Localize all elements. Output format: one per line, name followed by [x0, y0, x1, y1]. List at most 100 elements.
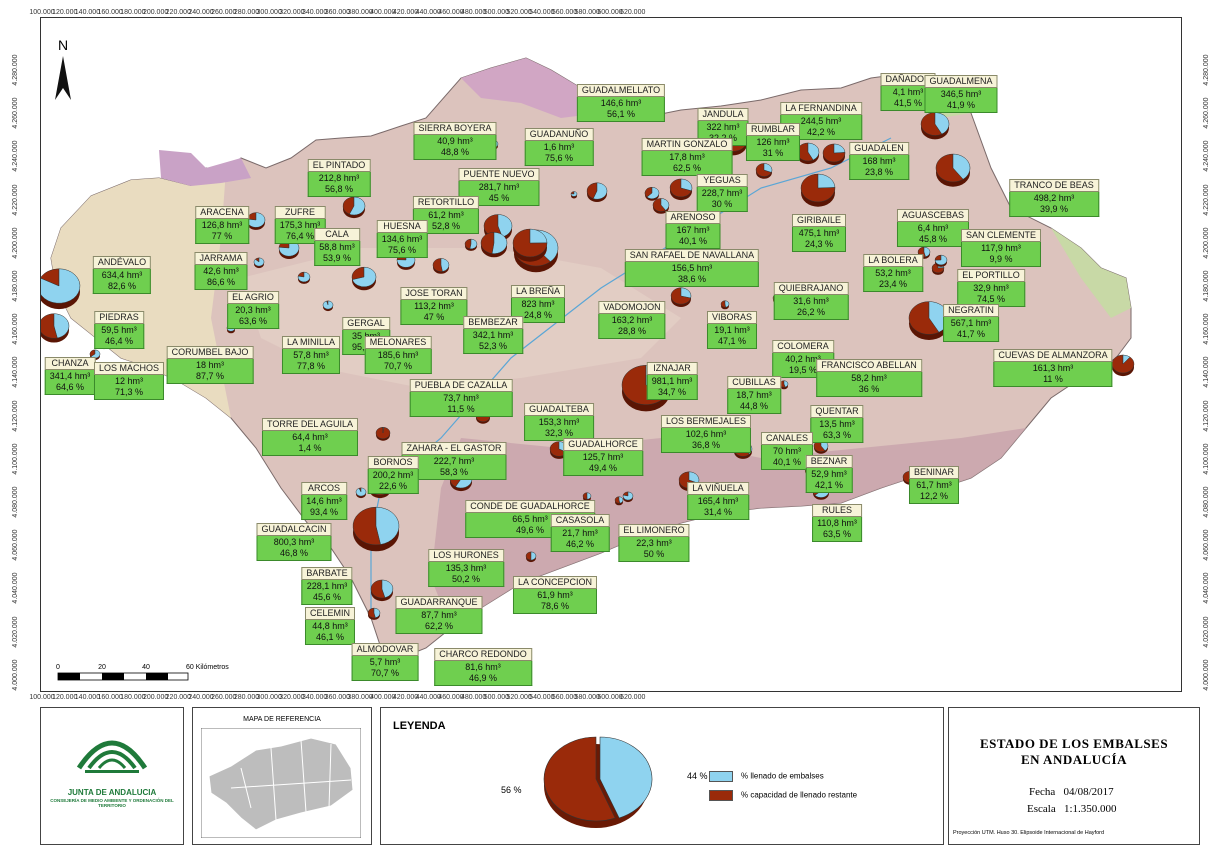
reservoir-values: 13,5 hm³ 63,3 % [810, 418, 864, 443]
reservoir-values: 156,5 hm³ 38,6 % [624, 262, 760, 287]
reservoir-label: SIERRA BOYERA 40,9 hm³ 48,8 % [413, 122, 497, 160]
reservoir-values: 58,2 hm³ 36 % [816, 372, 922, 397]
reservoir-percent: 42,1 % [814, 480, 844, 490]
reservoir-name: VIBORAS [706, 311, 758, 324]
reservoir-volume: 52,9 hm³ [811, 469, 847, 479]
x-tick-label: 380.000 [347, 694, 373, 701]
reservoir-values: 126,8 hm³ 77 % [195, 219, 249, 244]
legend-remaining-pct: 56 % [501, 785, 522, 795]
reservoir-volume: 73,7 hm³ [443, 393, 479, 403]
reservoir-label: ALMODOVAR 5,7 hm³ 70,7 % [351, 643, 419, 681]
reservoir-volume: 117,9 hm³ [981, 243, 1021, 253]
reservoir-volume: 823 hm³ [521, 299, 555, 309]
reservoir-percent: 36 % [858, 384, 880, 394]
y-tick-label: 4.260.000 [12, 97, 19, 129]
reservoir-label: GUADALMENA 346,5 hm³ 41,9 % [924, 75, 998, 113]
x-tick-label: 440.000 [415, 694, 441, 701]
reservoir-pie [512, 228, 548, 262]
x-tick-label: 360.000 [324, 9, 351, 16]
reservoir-label: EL LIMONERO 22,3 hm³ 50 % [618, 524, 690, 562]
reservoir-values: 40,9 hm³ 48,8 % [413, 135, 497, 160]
reservoir-percent: 50 % [643, 549, 665, 559]
reservoir-percent: 26,2 % [796, 307, 826, 317]
reservoir-pie [352, 506, 400, 552]
reservoir-label: VIBORAS 19,1 hm³ 47,1 % [706, 311, 758, 349]
reservoir-volume: 21,7 hm³ [562, 528, 598, 538]
reservoir-values: 21,7 hm³ 46,2 % [550, 527, 610, 552]
reservoir-label: ARCOS 14,6 hm³ 93,4 % [301, 482, 347, 520]
y-tick-label: 4.060.000 [1203, 529, 1210, 561]
scale-value: 1:1.350.000 [1063, 803, 1117, 815]
reservoir-name: LA VIÑUELA [687, 482, 749, 495]
reservoir-pie [41, 313, 70, 343]
y-tick-label: 4.100.000 [12, 443, 19, 475]
reservoir-percent: 52,8 % [431, 221, 461, 231]
reservoir-values: 165,4 hm³ 31,4 % [687, 495, 749, 520]
reservoir-values: 341,4 hm³ 64,6 % [44, 370, 96, 395]
y-tick-label: 4.180.000 [12, 270, 19, 302]
x-tick-label: 440.000 [415, 9, 441, 16]
reservoir-volume: 44,8 hm³ [312, 621, 348, 631]
reservoir-name: GERGAL [342, 317, 390, 330]
reservoir-label: GUADALEN 168 hm³ 23,8 % [849, 142, 909, 180]
reservoir-volume: 322 hm³ [706, 122, 740, 132]
y-tick-label: 4.080.000 [1203, 486, 1210, 518]
reservoir-label: CUEVAS DE ALMANZORA 161,3 hm³ 11 % [993, 349, 1113, 387]
reservoir-percent: 49,4 % [588, 463, 618, 473]
scale-bar: 0 20 40 60 Kilómetros [56, 664, 229, 681]
reservoir-percent: 46,2 % [565, 539, 595, 549]
reservoir-name: EL AGRIO [227, 291, 279, 304]
reservoir-pie [570, 191, 578, 199]
reservoir-name: CORUMBEL BAJO [166, 346, 254, 359]
reservoir-percent: 56,1 % [606, 109, 636, 119]
y-tick-label: 4.260.000 [1203, 97, 1210, 129]
x-tick-label: 180.000 [120, 694, 146, 701]
reservoir-percent: 31 % [762, 148, 784, 158]
legend-filled-pct: 44 % [687, 771, 708, 781]
legend-title: LEYENDA [393, 720, 446, 732]
logo-panel: JUNTA DE ANDALUCIA CONSEJERÍA DE MEDIO A… [40, 707, 184, 845]
reservoir-values: 81,6 hm³ 46,9 % [434, 661, 532, 686]
reservoir-values: 981,1 hm³ 34,7 % [646, 375, 698, 400]
y-tick-label: 4.140.000 [1203, 356, 1210, 388]
reservoir-label: ARACENA 126,8 hm³ 77 % [195, 206, 249, 244]
reservoir-percent: 34,7 % [657, 387, 687, 397]
pie-filled-slice [618, 496, 624, 504]
reservoir-name: CUEVAS DE ALMANZORA [993, 349, 1113, 362]
reservoir-volume: 342,1 hm³ [472, 330, 514, 340]
y-tick-label: 4.100.000 [1203, 443, 1210, 475]
reservoir-volume: 146,6 hm³ [600, 98, 642, 108]
reservoir-percent: 62,2 % [424, 621, 454, 631]
legend-filled-label: % llenado de embalses [741, 771, 824, 781]
reservoir-label: RULES 110,8 hm³ 63,5 % [812, 504, 862, 542]
reservoir-name: GUADARRANQUE [395, 596, 483, 609]
reservoir-values: 57,8 hm³ 77,8 % [281, 349, 341, 374]
scale-label-0: 0 [56, 664, 60, 671]
reservoir-volume: 244,5 hm³ [800, 116, 842, 126]
reservoir-label: LA VIÑUELA 165,4 hm³ 31,4 % [687, 482, 749, 520]
reservoir-pie [464, 238, 478, 251]
reservoir-percent: 41,7 % [956, 329, 986, 339]
reservoir-name: LA CONCEPCION [512, 576, 598, 589]
x-tick-label: 140.000 [74, 694, 101, 701]
bottom-panels: JUNTA DE ANDALUCIA CONSEJERÍA DE MEDIO A… [40, 707, 1200, 845]
reference-map-panel: MAPA DE REFERENCIA [192, 707, 372, 845]
reservoir-percent: 86,6 % [206, 277, 236, 287]
reservoir-values: 126 hm³ 31 % [745, 136, 801, 161]
reservoir-percent: 36,8 % [691, 440, 721, 450]
date-value: 04/08/2017 [1063, 786, 1114, 798]
scale-row: Escala 1:1.350.000 [1027, 803, 1117, 815]
reservoir-name: CASASOLA [550, 514, 610, 527]
x-tick-label: 160.000 [97, 694, 123, 701]
reservoir-values: 135,3 hm³ 50,2 % [428, 562, 504, 587]
reservoir-percent: 44,8 % [739, 401, 769, 411]
reservoir-volume: 58,2 hm³ [851, 373, 887, 383]
reservoir-volume: 40,9 hm³ [437, 136, 473, 146]
reservoir-percent: 82,6 % [107, 281, 137, 291]
reservoir-volume: 134,6 hm³ [381, 234, 423, 244]
reservoir-volume: 156,5 hm³ [671, 263, 713, 273]
reservoir-pie [246, 212, 266, 230]
reservoir-label: CALA 58,8 hm³ 53,9 % [314, 228, 360, 266]
reservoir-name: YEGUAS [696, 174, 748, 187]
x-tick-label: 200.000 [142, 9, 169, 16]
